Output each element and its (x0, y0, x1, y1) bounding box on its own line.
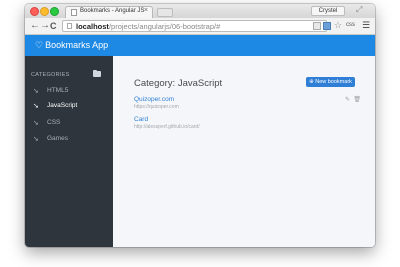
page-icon (67, 23, 72, 29)
browser-window: Bookmarks - Angular JS × Crystel ⤢ ← → C… (25, 4, 375, 247)
tag-icon: ➘ (33, 136, 39, 143)
bookmark-item: Quizoper.com https://quizoper.com ✎ 🗑 (134, 96, 364, 110)
bookmark-title-link[interactable]: Card (134, 116, 364, 123)
zoom-window-button[interactable] (50, 7, 59, 16)
pencil-icon[interactable]: ✎ (345, 96, 350, 103)
bookmark-url: https://quizoper.com (134, 104, 179, 110)
new-bookmark-button[interactable]: ⊕ New bookmark (306, 77, 355, 87)
sidebar-item-javascript[interactable]: ➘ JavaScript (25, 99, 113, 113)
brand[interactable]: ♡ Bookmarks App (35, 40, 108, 51)
brand-label: Bookmarks App (45, 40, 109, 50)
new-tab-button[interactable] (157, 8, 173, 17)
sidebar-item-label: Games (47, 135, 68, 142)
css-extension-icon[interactable]: css (346, 22, 355, 28)
bookmark-star-icon[interactable]: ☆ (334, 20, 342, 31)
main-content: Category: JavaScript ⊕ New bookmark Quiz… (113, 56, 375, 247)
url-host: localhost (76, 22, 109, 31)
sidebar-item-games[interactable]: ➘ Games (25, 132, 113, 146)
fullscreen-icon[interactable]: ⤢ (356, 5, 362, 15)
browser-toolbar: ← → C localhost/projects/angularjs/06-bo… (25, 18, 375, 35)
reload-button[interactable]: C (50, 21, 57, 31)
back-button[interactable]: ← (30, 20, 40, 31)
bookmark-title-link[interactable]: Quizoper.com (134, 96, 364, 103)
forward-button[interactable]: → (40, 20, 50, 31)
url-text: localhost/projects/angularjs/06-bootstra… (76, 22, 220, 31)
browser-tab[interactable]: Bookmarks - Angular JS × (65, 6, 153, 18)
page-title: Category: JavaScript (134, 78, 223, 89)
tab-close-icon[interactable]: × (144, 7, 148, 14)
tag-icon: ➘ (33, 88, 39, 95)
new-bookmark-label: New bookmark (315, 79, 352, 85)
minimize-window-button[interactable] (40, 7, 49, 16)
sidebar-item-label: HTML5 (47, 87, 69, 94)
page-favicon-icon (71, 9, 77, 16)
close-window-button[interactable] (30, 7, 39, 16)
bookmark-item: Card http://alessperf.github.io/card/ (134, 116, 364, 130)
trash-icon[interactable]: 🗑 (353, 96, 361, 103)
extension-icon[interactable] (313, 22, 321, 30)
bookmark-url: http://alessperf.github.io/card/ (134, 124, 200, 130)
address-bar[interactable]: localhost/projects/angularjs/06-bootstra… (62, 20, 327, 32)
heart-icon: ♡ (35, 40, 44, 50)
extension-blue-icon[interactable] (323, 22, 331, 30)
sidebar-item-label: CSS (47, 119, 61, 126)
folder-icon[interactable] (93, 69, 101, 77)
tag-icon: ➘ (33, 120, 39, 127)
tag-icon: ➘ (33, 103, 39, 110)
sidebar-item-label: JavaScript (47, 102, 78, 109)
category-sidebar: CATEGORIES ➘ HTML5 ➘ JavaScript ➘ CSS ➘ … (25, 56, 113, 247)
tab-title: Bookmarks - Angular JS (80, 8, 145, 14)
categories-header: CATEGORIES (31, 72, 70, 78)
browser-menu-icon[interactable]: ☰ (362, 20, 370, 31)
url-path: /projects/angularjs/06-bootstrap/# (108, 22, 221, 31)
profile-button[interactable]: Crystel (311, 6, 345, 16)
sidebar-item-css[interactable]: ➘ CSS (25, 116, 113, 130)
title-bar: Bookmarks - Angular JS × Crystel ⤢ (25, 4, 375, 18)
sidebar-item-html5[interactable]: ➘ HTML5 (25, 84, 113, 98)
app-navbar: ♡ Bookmarks App (25, 35, 375, 56)
